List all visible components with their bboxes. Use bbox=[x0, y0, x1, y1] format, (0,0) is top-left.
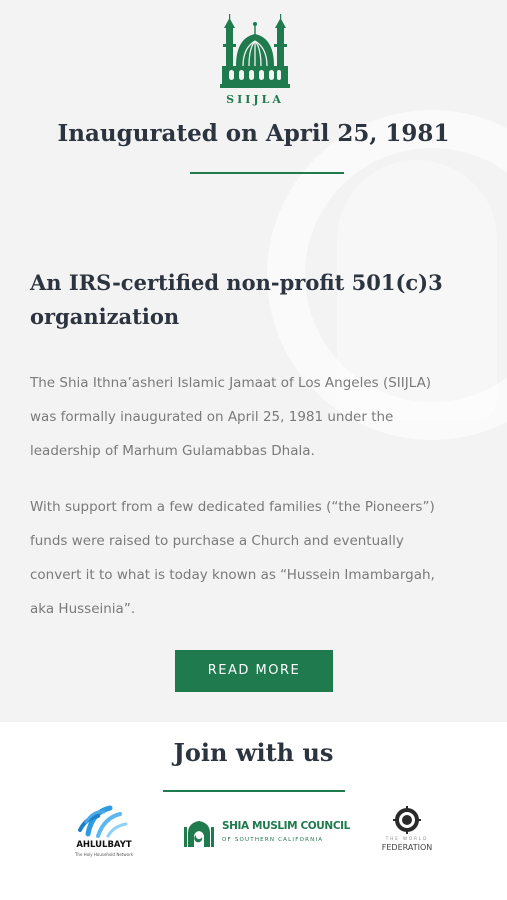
join-divider bbox=[163, 790, 345, 792]
mosque-icon bbox=[220, 14, 290, 88]
paragraph-1-line: The Shia Ithna’asheri Islamic Jamaat of … bbox=[30, 375, 432, 391]
world-federation-name: FEDERATION bbox=[381, 843, 433, 852]
paragraph-1-line: leadership of Marhum Gulamabbas Dhala. bbox=[30, 443, 315, 459]
smc-subtitle: OF SOUTHERN CALIFORNIA bbox=[222, 837, 324, 843]
paragraph-1-line: was formally inaugurated on April 25, 19… bbox=[30, 409, 394, 425]
smc-mosque-icon bbox=[184, 821, 214, 847]
smc-name: SHIA MUSLIM COUNCIL bbox=[222, 820, 350, 832]
about-paragraph-2: With support from a few dedicated famili… bbox=[30, 490, 482, 626]
paragraph-2-line: aka Husseinia”. bbox=[30, 601, 136, 617]
ahlulbayt-name: AHLULBAYT bbox=[76, 840, 132, 850]
about-paragraph-1: The Shia Ithna’asheri Islamic Jamaat of … bbox=[30, 366, 482, 468]
paragraph-2-line: With support from a few dedicated famili… bbox=[30, 499, 435, 515]
paragraph-2-line: funds were raised to purchase a Church a… bbox=[30, 533, 404, 549]
partner-logo-shia-muslim-council[interactable]: SHIA MUSLIM COUNCIL OF SOUTHERN CALIFORN… bbox=[182, 817, 350, 851]
partner-logo-world-federation[interactable]: THE WORLD FEDERATION bbox=[372, 806, 442, 862]
about-section: SIIJLA Inaugurated on April 25, 1981 An … bbox=[0, 0, 507, 722]
world-federation-top-text: THE WORLD bbox=[385, 836, 429, 841]
hero-title: Inaugurated on April 25, 1981 bbox=[57, 120, 450, 147]
about-heading-line-1: An IRS-certified non-profit 501(c)3 bbox=[30, 270, 443, 295]
ahlulbayt-tagline: The Holy Household Network bbox=[74, 852, 134, 857]
hero-divider bbox=[190, 172, 344, 174]
join-title: Join with us bbox=[173, 738, 334, 767]
siijla-logo[interactable]: SIIJLA bbox=[216, 14, 294, 110]
about-heading-line-2: organization bbox=[30, 304, 180, 329]
ahlulbayt-emblem-icon bbox=[78, 805, 128, 838]
world-federation-emblem-icon bbox=[393, 806, 421, 834]
paragraph-2-line: convert it to what is today known as “Hu… bbox=[30, 567, 435, 583]
read-more-button[interactable]: READ MORE bbox=[175, 650, 333, 692]
logo-wordmark: SIIJLA bbox=[226, 93, 284, 106]
about-heading: An IRS-certified non-profit 501(c)3 orga… bbox=[30, 266, 470, 334]
partner-logo-ahlulbayt[interactable]: AHLULBAYT The Holy Household Network bbox=[58, 804, 150, 864]
